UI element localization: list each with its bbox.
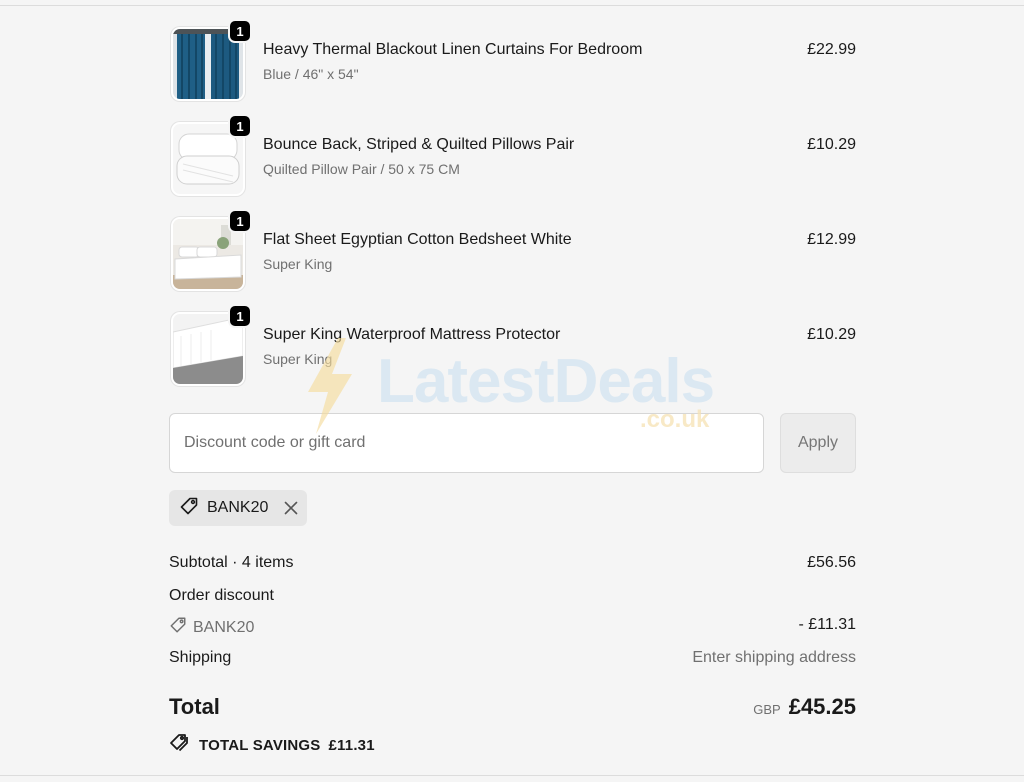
remove-discount-icon[interactable] [284, 501, 298, 515]
shipping-value: Enter shipping address [692, 649, 856, 666]
discount-code-input[interactable] [169, 413, 764, 473]
item-title: Heavy Thermal Blackout Linen Curtains Fo… [263, 41, 643, 58]
item-price: £10.29 [807, 136, 856, 153]
item-variant: Quilted Pillow Pair / 50 x 75 CM [263, 161, 460, 177]
subtotal-label: Subtotal · 4 items [169, 554, 294, 571]
total-currency: GBP [753, 702, 781, 717]
product-thumbnail: 1 [171, 304, 252, 386]
quantity-badge: 1 [228, 304, 252, 328]
shipping-label: Shipping [169, 649, 232, 666]
line-item: 1 Flat Sheet Egyptian Cotton Bedsheet Wh… [169, 209, 856, 293]
item-title: Bounce Back, Striped & Quilted Pillows P… [263, 136, 575, 153]
total-amount: £45.25 [788, 694, 856, 719]
tag-icon [179, 496, 199, 521]
product-thumbnail: 1 [171, 209, 252, 291]
applied-code-label: BANK20 [207, 499, 269, 516]
item-variant: Super King [263, 256, 333, 272]
applied-discount-chip: BANK20 [169, 490, 307, 526]
product-thumbnail: 1 [171, 19, 252, 101]
line-item: 1 Bounce Back, Striped & Quilted Pillows… [169, 114, 856, 198]
item-title: Flat Sheet Egyptian Cotton Bedsheet Whit… [263, 231, 572, 248]
item-variant: Super King [263, 351, 333, 367]
line-item: 1 Heavy Thermal Blackout Linen Curtains … [169, 19, 856, 103]
discount-value: - £11.31 [798, 616, 856, 633]
item-price: £10.29 [807, 326, 856, 343]
total-savings: TOTAL SAVINGS £11.31 [169, 733, 375, 757]
top-divider [0, 5, 1024, 6]
bottom-divider [0, 775, 1024, 776]
product-thumbnail: 1 [171, 114, 252, 196]
total-value-group: GBP £45.25 [753, 694, 856, 720]
discount-code-label: BANK20 [193, 618, 255, 636]
item-title: Super King Waterproof Mattress Protector [263, 326, 561, 343]
item-price: £12.99 [807, 231, 856, 248]
line-item: 1 Super King Waterproof Mattress Protect… [169, 304, 856, 388]
quantity-badge: 1 [228, 114, 252, 138]
item-price: £22.99 [807, 41, 856, 58]
savings-tag-icon [169, 733, 191, 757]
savings-label: TOTAL SAVINGS [199, 736, 321, 754]
total-label: Total [169, 694, 220, 719]
item-variant: Blue / 46" x 54" [263, 66, 359, 82]
quantity-badge: 1 [228, 209, 252, 233]
quantity-badge: 1 [228, 19, 252, 43]
discount-code-row: BANK20 [169, 616, 254, 639]
tag-icon [169, 616, 187, 639]
order-discount-label: Order discount [169, 587, 274, 604]
savings-value: £11.31 [328, 736, 375, 754]
subtotal-value: £56.56 [807, 554, 856, 571]
apply-discount-button[interactable]: Apply [780, 413, 856, 473]
